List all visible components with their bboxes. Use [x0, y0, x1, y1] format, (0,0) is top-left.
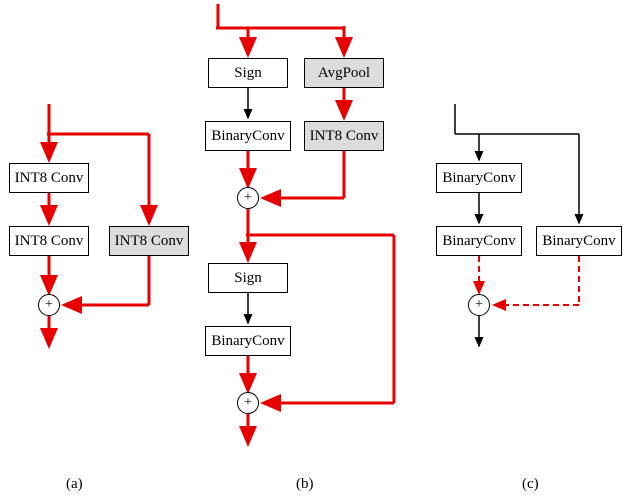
b-binaryconv-2: BinaryConv: [205, 326, 291, 356]
b-binaryconv-1: BinaryConv: [205, 121, 291, 151]
b-sign-2: Sign: [208, 263, 288, 293]
a-int8conv-shortcut: INT8 Conv: [109, 226, 189, 256]
c-sum: +: [468, 294, 490, 316]
c-binaryconv-shortcut: BinaryConv: [536, 226, 622, 256]
caption-c: (c): [522, 476, 539, 493]
caption-b: (b): [296, 476, 314, 493]
b-int8conv: INT8 Conv: [304, 121, 384, 151]
b-avgpool: AvgPool: [304, 58, 384, 88]
b-sum-1: +: [237, 187, 259, 209]
c-binaryconv-1: BinaryConv: [436, 163, 522, 193]
a-sum: +: [38, 294, 60, 316]
diagram-canvas: INT8 Conv INT8 Conv INT8 Conv + Sign Avg…: [0, 0, 640, 501]
caption-a: (a): [66, 476, 83, 493]
a-int8conv-2: INT8 Conv: [9, 226, 89, 256]
b-sum-2: +: [237, 392, 259, 414]
c-binaryconv-2: BinaryConv: [436, 226, 522, 256]
a-int8conv-1: INT8 Conv: [9, 163, 89, 193]
b-sign-1: Sign: [208, 58, 288, 88]
